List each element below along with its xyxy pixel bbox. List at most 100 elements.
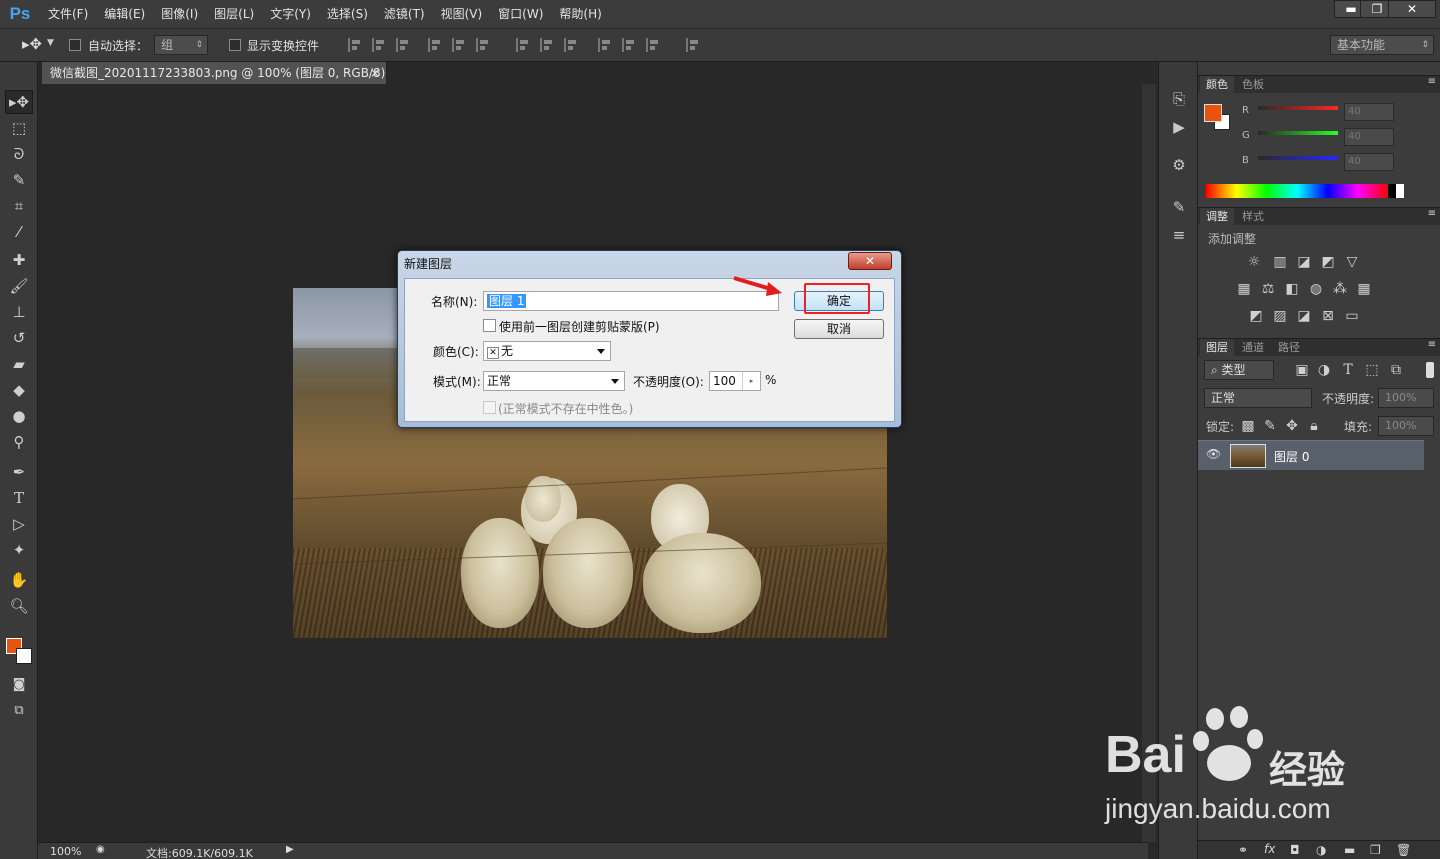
- dodge-tool-icon[interactable]: ⚲: [5, 430, 33, 454]
- channel-g-value[interactable]: 40: [1344, 128, 1394, 146]
- filter-smart-icon[interactable]: ⧉: [1388, 362, 1404, 378]
- channel-b-slider[interactable]: [1258, 156, 1338, 160]
- move-tool-icon[interactable]: ▸✥: [5, 90, 33, 114]
- eraser-tool-icon[interactable]: ▰: [5, 352, 33, 376]
- layer-row[interactable]: 👁︎ 图层 0: [1198, 440, 1424, 470]
- opacity-slider-arrow-icon[interactable]: ▸: [742, 372, 760, 390]
- healing-brush-tool-icon[interactable]: ✚: [5, 248, 33, 272]
- type-tool-icon[interactable]: T: [5, 486, 33, 510]
- menu-select[interactable]: 选择(S): [319, 0, 376, 28]
- pen-tool-icon[interactable]: ✒: [5, 460, 33, 484]
- trash-icon[interactable]: 🗑︎: [1396, 843, 1411, 857]
- menu-filter[interactable]: 滤镜(T): [376, 0, 433, 28]
- levels-icon[interactable]: ▥: [1272, 254, 1288, 270]
- layer-fill-field[interactable]: 100%: [1378, 416, 1434, 436]
- eyedropper-tool-icon[interactable]: ⁄: [5, 220, 33, 244]
- neutral-color-checkbox[interactable]: [483, 401, 496, 414]
- close-tab-icon[interactable]: ×: [370, 62, 380, 84]
- menu-help[interactable]: 帮助(H): [551, 0, 609, 28]
- document-tab[interactable]: 微信截图_20201117233803.png @ 100% (图层 0, RG…: [42, 62, 387, 102]
- filter-type-icon[interactable]: T: [1340, 362, 1356, 378]
- blend-mode-dropdown[interactable]: 正常: [1204, 388, 1312, 408]
- history-brush-tool-icon[interactable]: ↺: [5, 326, 33, 350]
- color-ramp[interactable]: [1206, 184, 1404, 198]
- menu-file[interactable]: 文件(F): [40, 0, 96, 28]
- panel-menu-icon[interactable]: ≡: [1428, 76, 1436, 87]
- dialog-opacity-input[interactable]: 100 ▸: [709, 371, 761, 391]
- posterize-icon[interactable]: ▨: [1272, 308, 1288, 324]
- filter-pixel-icon[interactable]: ▣: [1294, 362, 1310, 378]
- hue-saturation-icon[interactable]: ▦: [1236, 281, 1252, 297]
- properties-panel-icon[interactable]: ⚙: [1167, 154, 1191, 176]
- selective-color-icon[interactable]: ⊠: [1320, 308, 1336, 324]
- workspace-dropdown[interactable]: 基本功能 ⇕: [1330, 35, 1434, 55]
- paint-bucket-tool-icon[interactable]: ◆: [5, 378, 33, 402]
- blur-tool-icon[interactable]: ●: [5, 404, 33, 428]
- shape-tool-icon[interactable]: ✦: [5, 538, 33, 562]
- tab-styles[interactable]: 样式: [1236, 208, 1270, 226]
- lock-transparent-icon[interactable]: ▩: [1240, 418, 1256, 434]
- auto-select-dropdown[interactable]: 组 ⇕: [154, 35, 208, 55]
- tab-color[interactable]: 颜色: [1200, 76, 1234, 94]
- color-balance-icon[interactable]: ⚖: [1260, 281, 1276, 297]
- fx-icon[interactable]: fx: [1264, 842, 1275, 856]
- color-lookup-icon[interactable]: ▦: [1356, 281, 1372, 297]
- screen-mode-icon[interactable]: ⧉: [5, 698, 33, 722]
- tab-adjustments[interactable]: 调整: [1200, 208, 1234, 226]
- layer-filter-dropdown[interactable]: ⌕ 类型: [1204, 360, 1274, 380]
- filter-shape-icon[interactable]: ⬚: [1364, 362, 1380, 378]
- photo-filter-icon[interactable]: ◍: [1308, 281, 1324, 297]
- dialog-close-button[interactable]: ✕: [848, 252, 892, 270]
- lock-image-icon[interactable]: ✎: [1262, 418, 1278, 434]
- align-left-icon[interactable]: [428, 38, 442, 52]
- marquee-tool-icon[interactable]: ⬚: [5, 116, 33, 140]
- close-button[interactable]: ✕: [1388, 0, 1436, 18]
- menu-edit[interactable]: 编辑(E): [96, 0, 153, 28]
- align-bottom-icon[interactable]: [396, 38, 410, 52]
- distribute-top-icon[interactable]: [516, 38, 530, 52]
- channel-mixer-icon[interactable]: ⁂: [1332, 281, 1348, 297]
- tab-paths[interactable]: 路径: [1272, 339, 1306, 357]
- zoom-tool-icon[interactable]: 🔍︎: [5, 594, 33, 618]
- auto-align-icon[interactable]: [686, 38, 700, 52]
- quick-mask-icon[interactable]: ◙: [5, 672, 33, 696]
- threshold-icon[interactable]: ◪: [1296, 308, 1312, 324]
- align-right-icon[interactable]: [476, 38, 490, 52]
- zoom-level[interactable]: 100%: [50, 845, 81, 858]
- distribute-left-icon[interactable]: [598, 38, 612, 52]
- align-top-icon[interactable]: [348, 38, 362, 52]
- distribute-hcenter-icon[interactable]: [622, 38, 636, 52]
- chevron-down-icon[interactable]: ▼: [47, 38, 54, 48]
- layer-opacity-field[interactable]: 100%: [1378, 388, 1434, 408]
- layer-name[interactable]: 图层 0: [1274, 448, 1309, 465]
- move-tool-preset-icon[interactable]: ▸✥: [22, 35, 42, 53]
- new-layer-icon[interactable]: ❐: [1370, 843, 1381, 857]
- align-vcenter-icon[interactable]: [372, 38, 386, 52]
- show-transform-checkbox[interactable]: [229, 39, 241, 51]
- mode-select[interactable]: 正常: [483, 371, 625, 391]
- tab-layers[interactable]: 图层: [1200, 339, 1234, 357]
- vibrance-icon[interactable]: ▽: [1344, 254, 1360, 270]
- channel-g-slider[interactable]: [1258, 131, 1338, 135]
- brush-tool-icon[interactable]: 🖌: [5, 274, 33, 298]
- group-folder-icon[interactable]: ▬: [1344, 843, 1355, 857]
- history-panel-icon[interactable]: ⎘: [1167, 88, 1191, 110]
- lock-position-icon[interactable]: ✥: [1284, 418, 1300, 434]
- menu-layer[interactable]: 图层(L): [206, 0, 262, 28]
- background-color-swatch[interactable]: [16, 648, 32, 664]
- distribute-right-icon[interactable]: [646, 38, 660, 52]
- exposure-icon[interactable]: ◩: [1320, 254, 1336, 270]
- link-layers-icon[interactable]: ⚭: [1238, 843, 1248, 857]
- gradient-map-icon[interactable]: ▭: [1344, 308, 1360, 324]
- distribute-bottom-icon[interactable]: [564, 38, 578, 52]
- filter-adjust-icon[interactable]: ◑: [1316, 362, 1332, 378]
- color-select[interactable]: ✕ 无: [483, 341, 611, 361]
- path-select-tool-icon[interactable]: ▷: [5, 512, 33, 536]
- lock-all-icon[interactable]: 🔒︎: [1306, 418, 1322, 434]
- menu-image[interactable]: 图像(I): [153, 0, 206, 28]
- menu-view[interactable]: 视图(V): [433, 0, 491, 28]
- filter-toggle[interactable]: [1426, 362, 1434, 378]
- channel-r-slider[interactable]: [1258, 106, 1338, 110]
- panel-menu-icon[interactable]: ≡: [1428, 208, 1436, 219]
- curves-icon[interactable]: ◪: [1296, 254, 1312, 270]
